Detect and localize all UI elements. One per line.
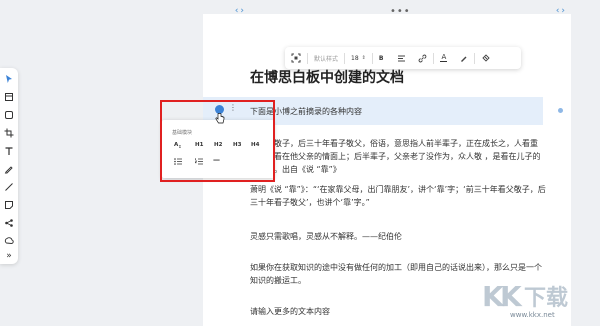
paragraph-4[interactable]: 灵感只需歌唱，灵感从不解释。——纪伯伦 [250,230,548,243]
pen-icon[interactable] [3,163,15,175]
mindmap-icon[interactable] [3,217,15,229]
text-color-label: A [441,52,447,61]
sticky-note-icon[interactable] [3,199,15,211]
text-color-button[interactable]: A [440,51,448,65]
divider [344,52,346,64]
svg-text:K: K [500,280,523,312]
paragraph-3[interactable]: 萧明《说 “靠”》：“‘在家靠父母，出门靠朋友’，讲个‘靠’字；‘前三十年看父敬… [250,183,548,209]
clear-format-icon[interactable] [481,51,491,65]
frame-select-icon[interactable] [291,51,301,65]
divider [307,52,308,64]
text-color-swatch [440,60,448,63]
left-toolbar: » [0,68,18,264]
style-select[interactable]: 默认样式 [314,51,338,65]
font-size-stepper-icon[interactable]: ⇕ [362,51,366,65]
paragraph-1[interactable]: 下面是小博之前摘录的各种内容 [250,105,548,118]
hand-cursor-icon [215,110,225,129]
highlighter-icon[interactable] [459,51,468,65]
text-icon[interactable] [3,145,15,157]
align-icon[interactable] [397,51,406,65]
svg-text:下载: 下载 [524,285,568,311]
line-icon[interactable] [3,181,15,193]
watermark-url: www.kkx.net [510,311,555,319]
upload-icon[interactable] [3,235,15,247]
document-title[interactable]: 在博思白板中创建的文档 [250,67,404,87]
divider [433,52,435,64]
format-toolbar: 默认样式 18 ⇕ B A [285,47,521,69]
bold-button[interactable]: B [379,51,384,65]
resize-handle[interactable] [558,108,563,113]
paragraph-2[interactable]: 年看父敬子，后三十年看子敬父，俗语，意思指人前半辈子，正在成长之，人看重他，是看… [250,137,548,176]
shape-icon[interactable] [3,109,15,121]
divider [474,52,476,64]
frame-icon[interactable] [3,91,15,103]
link-icon[interactable] [418,51,427,65]
pointer-icon[interactable] [3,73,15,85]
more-icon[interactable]: » [3,250,15,262]
divider [371,52,373,64]
crop-icon[interactable] [3,127,15,139]
font-size-value[interactable]: 18 [351,51,359,65]
